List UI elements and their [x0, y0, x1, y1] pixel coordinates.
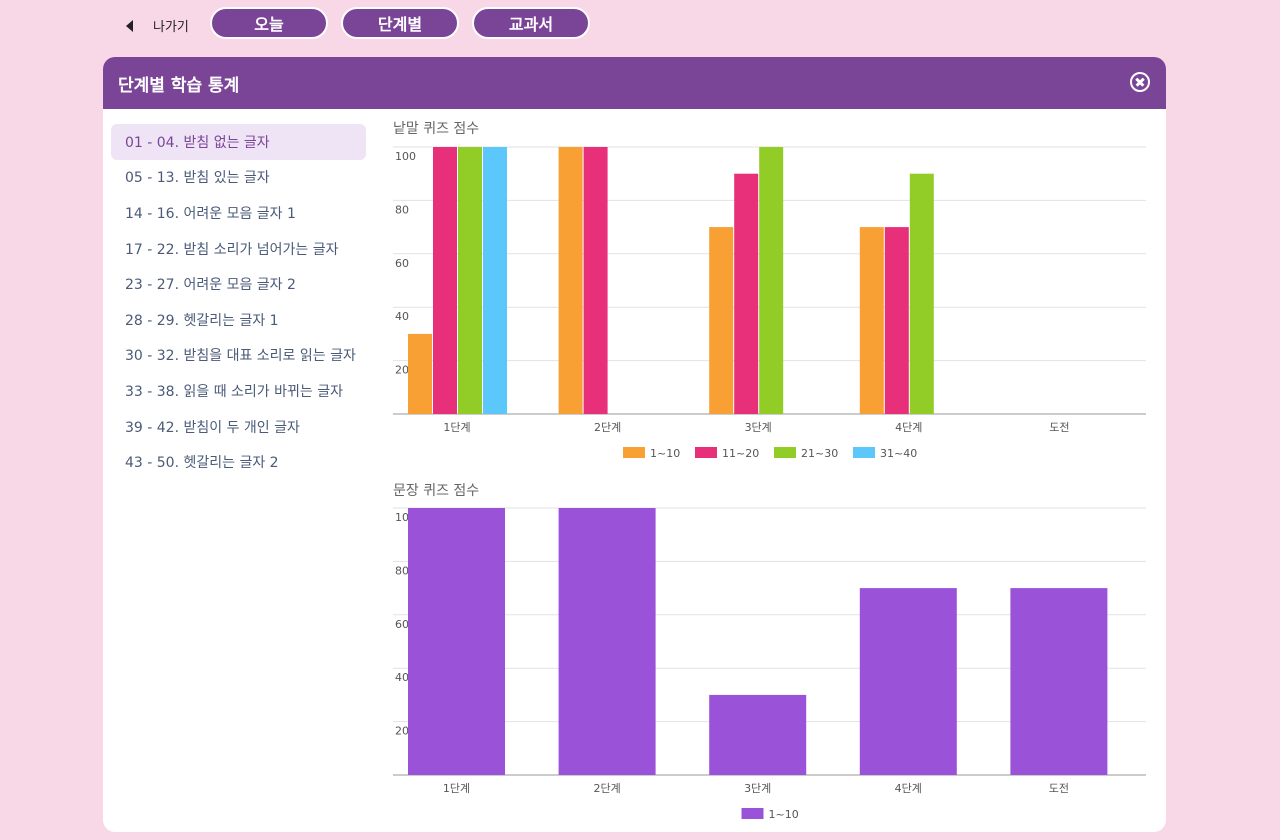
bar [458, 147, 482, 414]
bar [859, 588, 957, 775]
tab-textbook[interactable]: 교과서 [472, 7, 590, 39]
legend-label: 1~10 [769, 808, 799, 821]
sidebar-item[interactable]: 14 - 16. 어려운 모음 글자 1 [111, 195, 366, 231]
back-label: 나가기 [153, 20, 189, 35]
y-tick-label: 60 [395, 618, 409, 631]
x-tick-label: 4단계 [895, 782, 922, 795]
x-tick-label: 도전 [1049, 421, 1069, 434]
y-tick-label: 60 [395, 257, 409, 270]
y-tick-label: 40 [395, 671, 409, 684]
bar [909, 173, 934, 414]
legend-swatch [741, 808, 764, 819]
sidebar-item[interactable]: 39 - 42. 받침이 두 개인 글자 [111, 409, 366, 445]
y-tick-label: 80 [395, 564, 409, 577]
x-tick-label: 도전 [1049, 782, 1069, 795]
bar [408, 333, 432, 414]
x-tick-label: 1단계 [443, 421, 470, 434]
sidebar-item[interactable]: 23 - 27. 어려운 모음 글자 2 [111, 266, 366, 302]
bar [583, 147, 608, 414]
legend-swatch [695, 447, 717, 458]
word-quiz-chart: 20 40 60 80 100 1단계 2단계 3단계 4단계 도전 1~10 11~20 21~30 3… [393, 146, 1146, 460]
y-tick-label: 40 [395, 310, 409, 323]
bar [433, 147, 457, 414]
x-tick-label: 2단계 [593, 782, 620, 795]
x-tick-label: 4단계 [895, 421, 922, 434]
lesson-list: 01 - 04. 받침 없는 글자 05 - 13. 받침 있는 글자 14 - 1… [111, 124, 366, 480]
bar [408, 508, 505, 775]
y-tick-label: 80 [395, 203, 409, 216]
back-button[interactable]: 나가기 [126, 16, 189, 35]
y-tick-label: 20 [395, 364, 409, 377]
sidebar-item[interactable]: 30 - 32. 받침을 대표 소리로 읽는 글자 [111, 338, 366, 374]
bar [1010, 588, 1108, 775]
legend-label: 1~10 [650, 447, 680, 460]
legend-label: 11~20 [722, 447, 759, 460]
legend-swatch [853, 447, 875, 458]
sidebar-item[interactable]: 43 - 50. 헷갈리는 글자 2 [111, 444, 366, 480]
x-tick-label: 1단계 [443, 782, 470, 795]
top-nav: 나가기 오늘 단계별 교과서 [0, 0, 1280, 48]
tab-by-level[interactable]: 단계별 [341, 7, 459, 39]
y-tick-label: 20 [395, 725, 409, 738]
bar [759, 147, 784, 414]
x-tick-label: 3단계 [744, 782, 771, 795]
legend-swatch [623, 447, 645, 458]
legend-label: 21~30 [801, 447, 838, 460]
tab-today[interactable]: 오늘 [210, 7, 328, 39]
x-tick-label: 3단계 [745, 421, 772, 434]
bar [734, 173, 759, 414]
legend-swatch [774, 447, 796, 458]
bar [859, 227, 884, 414]
panel-header: 단계별 학습 통계 [103, 57, 1166, 109]
panel-title: 단계별 학습 통계 [118, 75, 240, 96]
bar [483, 147, 507, 414]
bar [558, 508, 656, 775]
sidebar-item[interactable]: 28 - 29. 헷갈리는 글자 1 [111, 302, 366, 338]
y-tick-label: 100 [395, 150, 416, 163]
sidebar-item[interactable]: 01 - 04. 받침 없는 글자 [111, 124, 366, 160]
close-icon[interactable] [1130, 72, 1150, 92]
bar [884, 227, 909, 414]
bar [709, 694, 807, 775]
sidebar-item[interactable]: 17 - 22. 받침 소리가 넘어가는 글자 [111, 231, 366, 267]
stats-panel: 단계별 학습 통계 01 - 04. 받침 없는 글자 05 - 13. 받침 있… [103, 57, 1166, 832]
bar [709, 227, 734, 414]
sentence-quiz-title: 문장 퀴즈 점수 [393, 483, 480, 499]
word-quiz-title: 낱말 퀴즈 점수 [393, 121, 480, 137]
x-tick-label: 2단계 [594, 421, 621, 434]
legend-label: 31~40 [880, 447, 917, 460]
sentence-quiz-chart: 204060801001단계 2단계 3단계 4단계 도전1~10 [393, 507, 1146, 821]
back-arrow-icon [126, 19, 133, 32]
sidebar-item[interactable]: 33 - 38. 읽을 때 소리가 바뀌는 글자 [111, 373, 366, 409]
sidebar-item[interactable]: 05 - 13. 받침 있는 글자 [111, 160, 366, 196]
bar [558, 147, 583, 414]
